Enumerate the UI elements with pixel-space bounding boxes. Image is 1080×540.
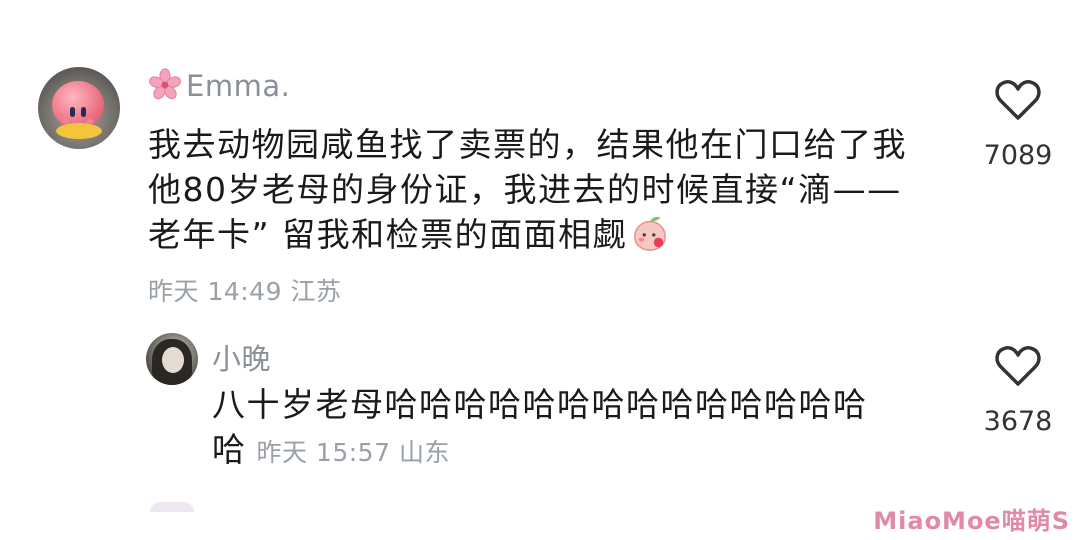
avatar[interactable] (146, 333, 198, 385)
comment-line: 他80岁老母的身份证，我进去的时候直接“滴—— (148, 170, 902, 209)
heart-outline-icon (995, 346, 1041, 386)
like-count: 3678 (983, 406, 1053, 437)
comment-line: 八十岁老母哈哈哈哈哈哈哈哈哈哈哈哈哈哈 (212, 385, 868, 424)
peach-emoji-icon (634, 216, 667, 251)
comment-line-text: 老年卡” 留我和检票的面面相觑 (148, 215, 628, 254)
comment-line-last: 哈昨天 15:57 山东 (212, 427, 868, 475)
comment-text: 八十岁老母哈哈哈哈哈哈哈哈哈哈哈哈哈哈 哈昨天 15:57 山东 (212, 382, 868, 475)
comment-text: 我去动物园咸鱼找了卖票的，结果他在门口给了我 他80岁老母的身份证，我进去的时候… (148, 122, 907, 257)
avatar-face (162, 347, 184, 373)
username-text: Emma. (186, 69, 291, 103)
kirby-figure (52, 81, 104, 129)
comment-line-last: 老年卡” 留我和检票的面面相觑 (148, 212, 907, 257)
username[interactable]: Emma. (148, 68, 290, 103)
sakura-flower-icon (149, 68, 181, 100)
next-avatar-partial (150, 502, 194, 512)
like-count: 7089 (983, 140, 1053, 171)
avatar[interactable] (38, 67, 120, 149)
comment-line: 我去动物园咸鱼找了卖票的，结果他在门口给了我 (148, 125, 907, 164)
comment-meta: 昨天 14:49 江苏 (148, 277, 342, 306)
watermark: MiaoMoe喵萌S (873, 507, 1070, 535)
kirby-feet (56, 123, 102, 139)
comment-line-text: 哈 (212, 430, 247, 469)
like-button[interactable]: 3678 (968, 344, 1068, 437)
heart-outline-icon (995, 80, 1041, 120)
username[interactable]: 小晚 (212, 336, 271, 378)
comment-meta: 昨天 15:57 山东 (256, 438, 450, 467)
like-button[interactable]: 7089 (968, 78, 1068, 171)
